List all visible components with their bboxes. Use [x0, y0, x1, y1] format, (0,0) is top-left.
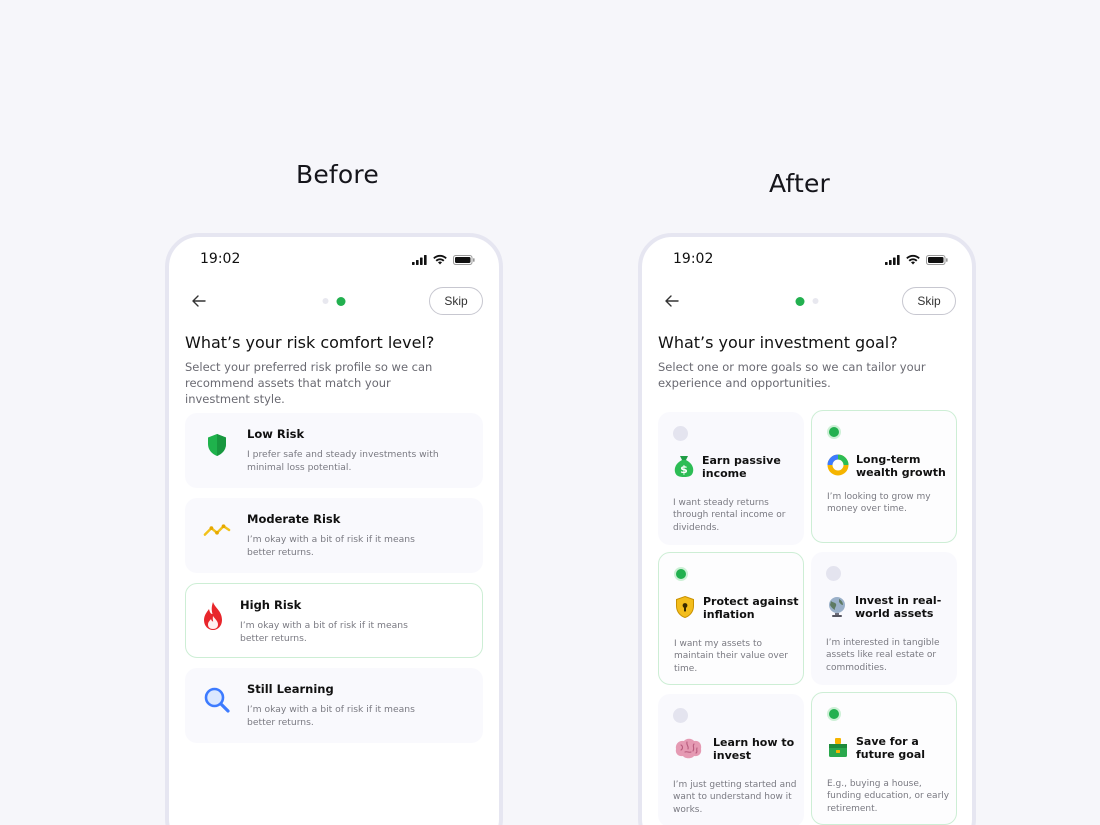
risk-option-desc: I prefer safe and steady investments wit…: [247, 449, 439, 473]
donut-chart-icon: [827, 454, 849, 476]
risk-option-high-selected[interactable]: High Risk I’m okay with a bit of risk if…: [185, 583, 483, 658]
skip-button[interactable]: Skip: [429, 287, 483, 315]
step-dot-2: [812, 298, 819, 304]
savings-box-icon: [829, 738, 847, 757]
back-arrow-icon[interactable]: [662, 291, 682, 311]
goal-option-future-goal-selected[interactable]: Save for a future goal E.g., buying a ho…: [811, 692, 957, 825]
status-time: 19:02: [673, 251, 714, 267]
goal-desc: E.g., buying a house, funding education,…: [827, 779, 950, 814]
step-indicator: [322, 296, 346, 306]
battery-icon: [453, 254, 475, 265]
risk-option-learning[interactable]: Still Learning I’m okay with a bit of ri…: [185, 668, 483, 743]
money-bag-icon: $: [674, 456, 694, 477]
page-title: What’s your risk comfort level?: [185, 333, 435, 352]
goal-option-passive-income[interactable]: $ Earn passive income I want steady retu…: [658, 412, 804, 545]
trend-line-icon: [203, 516, 231, 544]
svg-text:$: $: [680, 463, 688, 476]
before-label: Before: [296, 160, 379, 189]
risk-option-name: High Risk: [240, 598, 302, 612]
goal-name: Long-term wealth growth: [856, 453, 946, 479]
after-label: After: [769, 169, 831, 198]
risk-option-low[interactable]: Low Risk I prefer safe and steady invest…: [185, 413, 483, 488]
goal-checkbox-checked[interactable]: [827, 707, 841, 721]
goal-name: Save for a future goal: [856, 735, 926, 761]
risk-option-moderate[interactable]: Moderate Risk I’m okay with a bit of ris…: [185, 498, 483, 573]
back-arrow-icon[interactable]: [189, 291, 209, 311]
goal-checkbox-checked[interactable]: [674, 567, 688, 581]
step-dot-1: [322, 298, 329, 304]
risk-option-name: Moderate Risk: [247, 512, 341, 526]
goal-checkbox[interactable]: [826, 566, 841, 581]
goal-desc: I’m interested in tangible assets like r…: [826, 638, 940, 673]
status-bar: 19:02: [642, 250, 972, 272]
risk-options: Low Risk I prefer safe and steady invest…: [185, 413, 483, 753]
risk-option-name: Low Risk: [247, 427, 305, 441]
wifi-icon: [433, 254, 447, 265]
goal-desc: I want my assets to maintain their value…: [674, 639, 788, 674]
shield-lock-icon: [676, 595, 694, 619]
goal-checkbox[interactable]: [673, 708, 688, 723]
brain-icon: [675, 738, 702, 759]
goal-desc: I’m just getting started and want to und…: [673, 780, 797, 815]
page-subtitle: Select one or more goals so we can tailo…: [658, 360, 926, 390]
battery-icon: [926, 254, 948, 265]
goal-name: Protect against inflation: [703, 595, 799, 621]
risk-option-name: Still Learning: [247, 682, 334, 696]
globe-icon: [829, 597, 845, 617]
goal-desc: I want steady returns through rental inc…: [673, 498, 786, 533]
page-title: What’s your investment goal?: [658, 333, 898, 352]
goal-checkbox-checked[interactable]: [827, 425, 841, 439]
goal-option-real-world-assets[interactable]: Invest in real-world assets I’m interest…: [811, 552, 957, 685]
phone-before: 19:02 Skip What’s your risk comfort leve…: [165, 233, 503, 825]
phone-after: 19:02 Skip What’s your investment goal? …: [638, 233, 976, 825]
goal-desc: I’m looking to grow my money over time.: [827, 492, 931, 515]
goal-name: Learn how to invest: [713, 736, 795, 762]
skip-button[interactable]: Skip: [902, 287, 956, 315]
risk-option-desc: I’m okay with a bit of risk if it means …: [240, 620, 408, 644]
goal-option-learn-invest[interactable]: Learn how to invest I’m just getting sta…: [658, 694, 804, 825]
goal-option-inflation-selected[interactable]: Protect against inflation I want my asse…: [658, 552, 804, 685]
risk-option-desc: I’m okay with a bit of risk if it means …: [247, 534, 415, 558]
step-dot-2-active: [336, 296, 346, 306]
status-time: 19:02: [200, 251, 241, 267]
wifi-icon: [906, 254, 920, 265]
goal-name: Invest in real-world assets: [855, 594, 942, 620]
goal-name: Earn passive income: [702, 454, 781, 480]
goal-checkbox[interactable]: [673, 426, 688, 441]
shield-icon: [203, 431, 231, 459]
page-subtitle: Select your preferred risk profile so we…: [185, 360, 433, 406]
signal-icon: [885, 254, 900, 265]
magnifier-icon: [203, 686, 231, 714]
risk-option-desc: I’m okay with a bit of risk if it means …: [247, 704, 415, 728]
step-dot-1-active: [795, 296, 805, 306]
signal-icon: [412, 254, 427, 265]
fire-icon: [199, 602, 227, 630]
step-indicator: [795, 296, 819, 306]
status-bar: 19:02: [169, 250, 499, 272]
goal-option-wealth-growth-selected[interactable]: Long-term wealth growth I’m looking to g…: [811, 410, 957, 543]
